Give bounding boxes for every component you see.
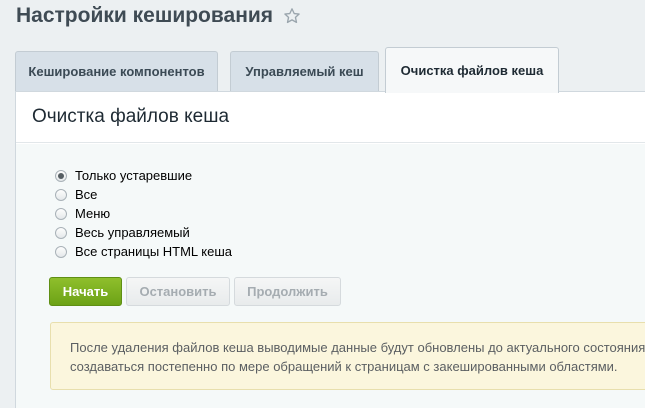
option-label: Меню bbox=[75, 206, 111, 221]
radio-button[interactable] bbox=[55, 245, 67, 258]
option-all[interactable]: Все bbox=[55, 187, 97, 202]
tab-clear-cache-files[interactable]: Очистка файлов кеша bbox=[385, 47, 559, 93]
info-notice: После удаления файлов кеша выводимые дан… bbox=[50, 322, 645, 390]
star-icon[interactable] bbox=[283, 7, 301, 25]
option-menu[interactable]: Меню bbox=[55, 206, 110, 221]
tab-managed-cache[interactable]: Управляемый кеш bbox=[230, 51, 379, 91]
tab-label: Кеширование компонентов bbox=[28, 64, 205, 79]
panel-body: Только устаревшие Все Меню Весь управляе… bbox=[16, 144, 645, 408]
option-outdated-only[interactable]: Только устаревшие bbox=[55, 168, 192, 183]
clear-cache-panel: Очистка файлов кеша Только устаревшие Вс… bbox=[15, 91, 645, 408]
radio-button[interactable] bbox=[55, 188, 67, 201]
radio-button[interactable] bbox=[55, 207, 67, 220]
start-button[interactable]: Начать bbox=[49, 277, 122, 306]
page-title-text: Настройки кеширования bbox=[16, 4, 274, 27]
radio-button[interactable] bbox=[55, 226, 67, 239]
option-label: Только устаревшие bbox=[75, 168, 193, 183]
tab-label: Очистка файлов кеша bbox=[400, 63, 544, 78]
option-label: Все страницы HTML кеша bbox=[75, 244, 233, 259]
option-label: Все bbox=[75, 187, 98, 202]
page-title: Настройки кеширования bbox=[16, 4, 301, 28]
option-label: Весь управляемый bbox=[75, 225, 190, 240]
panel-title: Очистка файлов кеша bbox=[16, 92, 645, 143]
tab-component-caching[interactable]: Кеширование компонентов bbox=[15, 51, 218, 91]
continue-button[interactable]: Продолжить bbox=[234, 277, 341, 306]
option-all-managed[interactable]: Весь управляемый bbox=[55, 225, 190, 240]
notice-line-1: После удаления файлов кеша выводимые дан… bbox=[70, 340, 645, 355]
radio-button[interactable] bbox=[55, 169, 67, 182]
notice-line-2: создаваться постепенно по мере обращений… bbox=[70, 359, 618, 374]
option-all-html-cache[interactable]: Все страницы HTML кеша bbox=[55, 244, 232, 259]
stop-button[interactable]: Остановить bbox=[126, 277, 230, 306]
tab-label: Управляемый кеш bbox=[245, 64, 364, 79]
